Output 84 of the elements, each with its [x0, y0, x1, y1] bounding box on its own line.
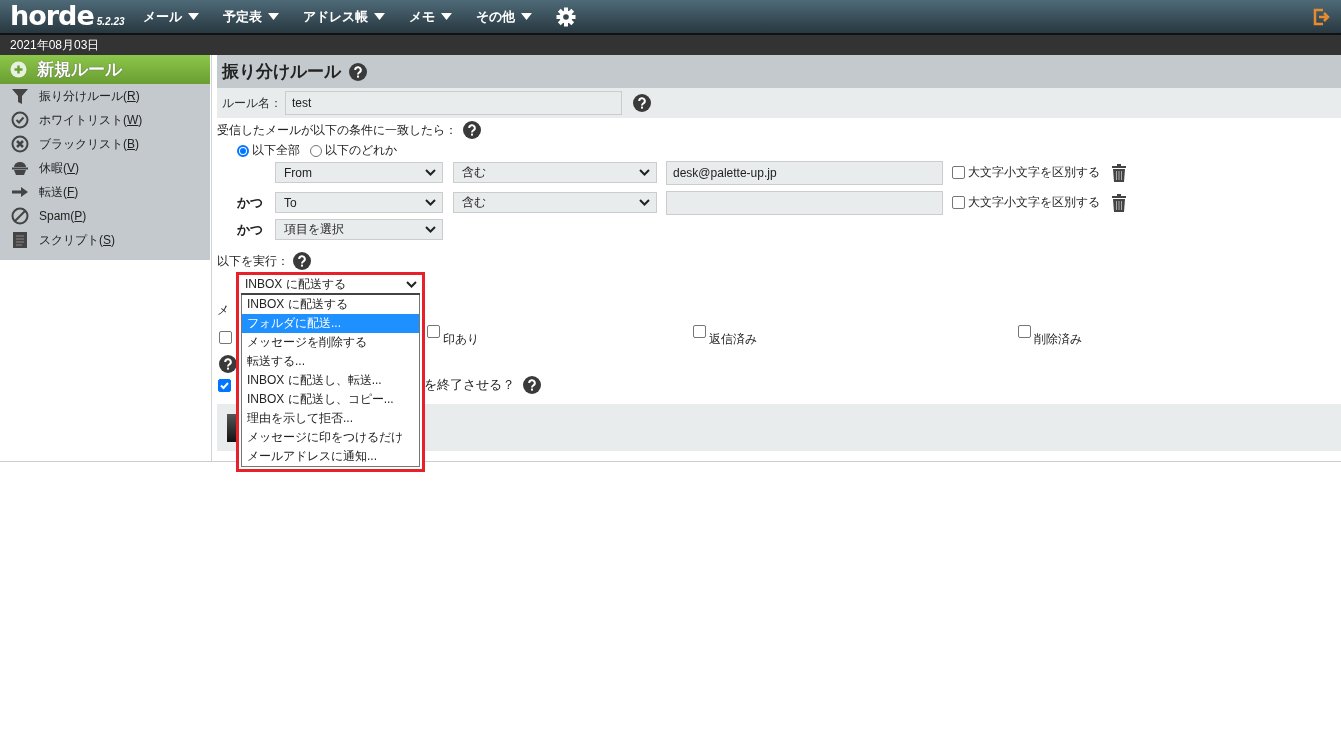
sidebar-item[interactable]: 休暇(V): [0, 156, 210, 180]
checkbox[interactable]: [693, 325, 706, 338]
chevron-icon: [639, 199, 650, 206]
chevron-icon: [425, 169, 436, 176]
dropdown-option[interactable]: INBOX に配送し、コピー...: [242, 390, 419, 409]
dropdown-option[interactable]: メッセージを削除する: [242, 333, 419, 352]
cross-circle-icon: [11, 135, 29, 153]
section-label: 以下を実行：: [217, 252, 289, 270]
check-circle-icon: [11, 111, 29, 129]
help-icon[interactable]: [293, 252, 311, 270]
document-icon: [11, 231, 29, 249]
checkbox-label: 大文字小文字を区別する: [968, 194, 1100, 211]
dropdown-option[interactable]: INBOX に配送する: [242, 295, 419, 314]
conjunction-label: かつ: [237, 194, 263, 210]
ban-icon: [11, 207, 29, 225]
select-field[interactable]: 含む: [453, 192, 657, 213]
help-icon[interactable]: [219, 355, 237, 373]
dropdown-option[interactable]: INBOX に配送し、転送...: [242, 371, 419, 390]
help-icon[interactable]: [523, 376, 541, 394]
radio-button[interactable]: [310, 144, 322, 157]
sidebar-item[interactable]: 振り分けルール(R): [0, 84, 210, 108]
checkbox-label: 削除済み: [1034, 331, 1082, 348]
chevron-icon: [425, 226, 436, 233]
menu-item[interactable]: メール: [142, 7, 199, 26]
sidebar-item[interactable]: 転送(F): [0, 180, 210, 204]
checkbox[interactable]: [427, 325, 440, 338]
dropdown-option[interactable]: 理由を示して拒否...: [242, 409, 419, 428]
checkbox-label: 印あり: [443, 331, 479, 348]
menu-item[interactable]: その他: [475, 7, 532, 26]
select-field[interactable]: 項目を選択: [275, 219, 443, 240]
checkbox-label: を終了させる？: [424, 376, 515, 394]
dropdown-option[interactable]: 転送する...: [242, 352, 419, 371]
checkbox[interactable]: [219, 331, 232, 344]
select-field[interactable]: From: [275, 162, 443, 183]
date-label: 2021年08月03日: [10, 36, 100, 54]
input-field[interactable]: [666, 190, 943, 215]
settings-icon[interactable]: [555, 6, 576, 27]
caret-icon: [373, 13, 385, 20]
sidebar-item[interactable]: ブラックリスト(B): [0, 132, 210, 156]
input-field[interactable]: desk@palette-up.jp: [666, 160, 943, 185]
caret-icon: [440, 13, 452, 20]
ship-icon: [11, 159, 29, 177]
sidebar-item[interactable]: Spam(P): [0, 204, 210, 228]
checkbox[interactable]: [1018, 325, 1031, 338]
section-label: 受信したメールが以下の条件に一致したら：: [217, 121, 457, 139]
section-label: メ: [217, 303, 229, 317]
caret-icon: [187, 13, 199, 20]
logout-icon[interactable]: [1313, 7, 1331, 26]
caret-icon: [520, 13, 532, 20]
checkbox-label: 返信済み: [709, 331, 757, 348]
radio-label: 以下のどれか: [325, 142, 397, 159]
version-label: 5.2.23: [96, 16, 125, 27]
help-icon[interactable]: [349, 62, 367, 81]
select-field[interactable]: 含む: [453, 162, 657, 183]
dropdown-option[interactable]: メールアドレスに通知...: [242, 447, 419, 466]
menu-item[interactable]: メモ: [408, 7, 452, 26]
trash-icon[interactable]: [1112, 193, 1126, 212]
page-title: 振り分けルール: [222, 61, 341, 83]
trash-icon[interactable]: [1112, 163, 1126, 182]
chevron-icon: [406, 281, 417, 288]
chevron-icon: [425, 199, 436, 206]
checkbox[interactable]: [952, 196, 965, 209]
field-label: ルール名：: [222, 94, 282, 112]
menu-item[interactable]: 予定表: [222, 7, 279, 26]
action-select[interactable]: INBOX に配送する: [241, 276, 420, 295]
select-field[interactable]: To: [275, 192, 443, 213]
menu-item[interactable]: アドレス帳: [302, 7, 385, 26]
checkbox-label: 大文字小文字を区別する: [968, 164, 1100, 181]
logo[interactable]: horde: [10, 0, 94, 31]
funnel-icon: [11, 87, 29, 105]
conjunction-label: かつ: [237, 221, 263, 237]
chevron-icon: [639, 169, 650, 176]
radio-label: 以下全部: [252, 142, 300, 159]
plus-icon: [10, 61, 27, 78]
caret-icon: [267, 13, 279, 20]
sidebar-item[interactable]: スクリプト(S): [0, 228, 210, 252]
checkbox[interactable]: [218, 378, 231, 392]
input-field[interactable]: test: [285, 91, 622, 115]
help-icon[interactable]: [463, 121, 481, 139]
help-icon[interactable]: [633, 94, 651, 112]
checkbox[interactable]: [952, 166, 965, 179]
dropdown-option[interactable]: メッセージに印をつけるだけ: [242, 428, 419, 447]
sidebar-item[interactable]: ホワイトリスト(W): [0, 108, 210, 132]
radio-button[interactable]: [237, 144, 249, 157]
